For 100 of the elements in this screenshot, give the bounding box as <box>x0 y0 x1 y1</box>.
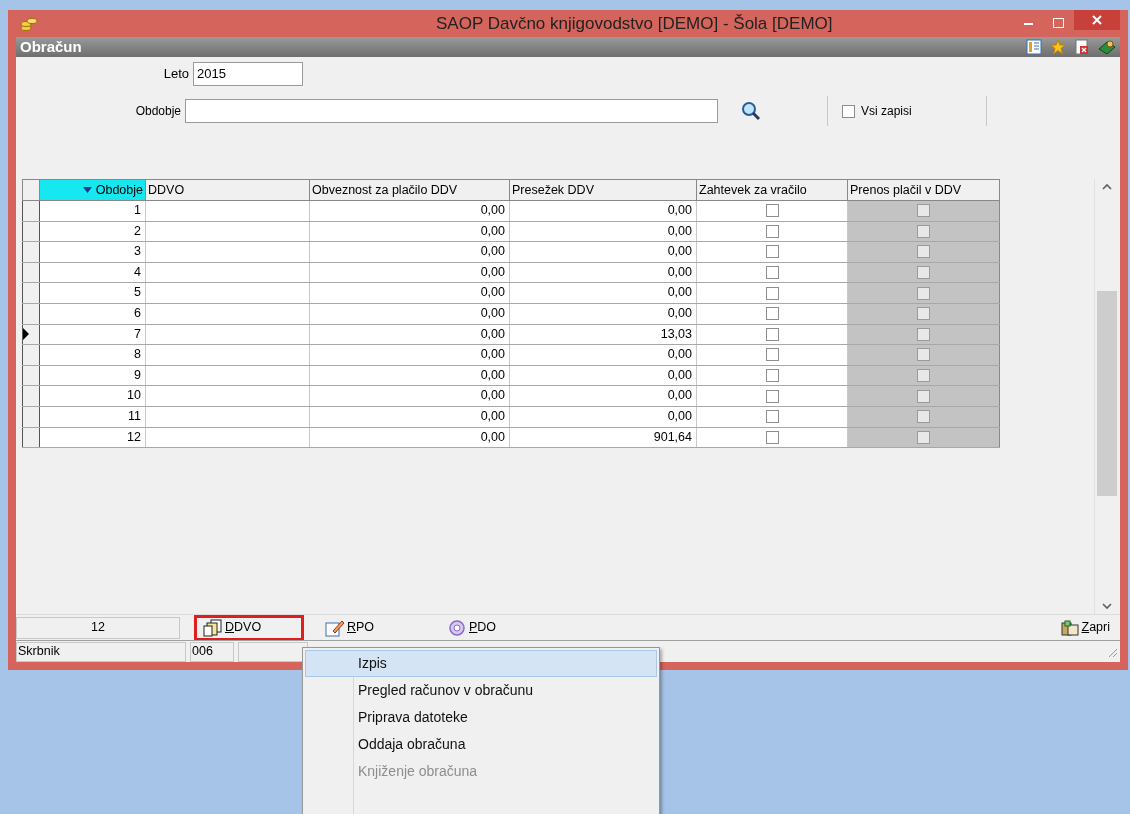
scroll-thumb[interactable] <box>1096 291 1117 496</box>
row-indicator[interactable] <box>22 386 40 406</box>
toolbar-button[interactable]: RPO <box>316 614 426 641</box>
window-title: SAOP Davčno knjigovodstvo [DEMO] - Šola [DEMO] <box>436 12 833 35</box>
checkbox[interactable] <box>765 307 779 321</box>
checkbox[interactable] <box>765 266 779 280</box>
delete-document-icon[interactable] <box>1074 39 1090 55</box>
row-indicator[interactable] <box>22 283 40 303</box>
checkbox[interactable] <box>917 369 930 383</box>
checkbox[interactable] <box>917 327 930 341</box>
checkbox[interactable] <box>917 430 930 444</box>
column-header[interactable]: Presežek DDV <box>510 180 697 200</box>
scroll-up-icon[interactable] <box>1101 183 1112 191</box>
table-cell: 0,00 <box>310 221 510 242</box>
checkbox[interactable] <box>765 389 779 403</box>
checkbox[interactable] <box>765 327 779 341</box>
search-icon[interactable] <box>740 100 762 122</box>
menu-item[interactable]: Priprava datoteke <box>305 704 657 731</box>
documents-icon <box>203 618 223 637</box>
checkbox[interactable] <box>917 266 930 280</box>
period-label: Obdobje <box>134 103 182 120</box>
column-label: Obveznost za plačilo DDV <box>312 181 458 199</box>
table-cell: 0,00 <box>310 242 510 262</box>
row-indicator[interactable] <box>22 427 40 448</box>
table-cell: 0,00 <box>510 201 697 221</box>
row-indicator[interactable] <box>22 262 40 283</box>
coins-icon <box>20 15 38 32</box>
all-records-label: Vsi zapisi <box>861 103 912 120</box>
column-header[interactable]: DDVO <box>146 180 310 200</box>
checkbox[interactable] <box>765 245 779 259</box>
table-cell: 0,00 <box>510 242 697 262</box>
toolbar-button[interactable]: DDVO <box>194 614 304 641</box>
checkbox[interactable] <box>917 224 930 238</box>
table-cell: 0,00 <box>310 386 510 406</box>
table-cell: 9 <box>40 365 146 386</box>
menu-item[interactable]: Pregled računov v obračunu <box>305 677 657 704</box>
checkbox[interactable] <box>917 204 930 218</box>
checkbox[interactable] <box>917 348 930 362</box>
checkbox[interactable] <box>917 389 930 403</box>
checkbox[interactable] <box>765 430 779 444</box>
table-cell: 8 <box>40 345 146 365</box>
row-indicator[interactable] <box>22 406 40 427</box>
table-cell: 0,00 <box>510 283 697 303</box>
scroll-down-icon[interactable] <box>1101 602 1112 610</box>
table-cell: 0,00 <box>310 201 510 221</box>
row-indicator[interactable] <box>22 303 40 324</box>
table-cell: 901,64 <box>510 427 697 448</box>
current-row-icon <box>23 328 29 341</box>
row-indicator[interactable] <box>22 345 40 365</box>
row-indicator[interactable] <box>22 221 40 242</box>
all-records-checkbox[interactable] <box>842 104 855 118</box>
row-indicator[interactable] <box>22 324 40 345</box>
period-field[interactable] <box>185 99 718 123</box>
checkbox[interactable] <box>765 369 779 383</box>
checkbox[interactable] <box>917 307 930 321</box>
checkbox[interactable] <box>765 410 779 424</box>
table-cell: 3 <box>40 242 146 262</box>
checkbox[interactable] <box>765 348 779 362</box>
column-header[interactable]: Prenos plačil v DDV <box>848 180 1000 200</box>
checkbox[interactable] <box>917 245 930 259</box>
table-cell: 7 <box>40 324 146 345</box>
list-icon[interactable] <box>1026 39 1042 55</box>
column-header[interactable]: Obdobje <box>40 180 146 200</box>
close-panel-button[interactable]: Zapri <box>1060 618 1110 637</box>
table-cell: 12 <box>40 427 146 448</box>
checkbox[interactable] <box>765 224 779 238</box>
vertical-scrollbar[interactable] <box>1094 179 1118 614</box>
checkbox[interactable] <box>917 410 930 424</box>
checkbox[interactable] <box>765 204 779 218</box>
table-cell: 0,00 <box>510 221 697 242</box>
menu-item[interactable]: Izpis <box>305 650 657 677</box>
column-header[interactable]: Obveznost za plačilo DDV <box>310 180 510 200</box>
row-indicator[interactable] <box>22 365 40 386</box>
table-cell: 11 <box>40 406 146 427</box>
toolbar-button[interactable]: PDO <box>438 614 548 641</box>
row-indicator[interactable] <box>22 201 40 221</box>
table-cell: 0,00 <box>310 303 510 324</box>
table-cell: 0,00 <box>510 406 697 427</box>
year-label: Leto <box>162 65 190 84</box>
status-field: 006 <box>190 641 234 662</box>
column-label: Prenos plačil v DDV <box>850 181 962 199</box>
table-cell: 6 <box>40 303 146 324</box>
close-button[interactable] <box>1074 10 1120 30</box>
checkbox[interactable] <box>765 286 779 300</box>
panel-title: Obračun <box>20 36 82 57</box>
table-cell: 0,00 <box>310 365 510 386</box>
record-count: 12 <box>16 616 180 639</box>
table-cell: 0,00 <box>510 345 697 365</box>
checkbox[interactable] <box>917 286 930 300</box>
table-cell: 0,00 <box>310 324 510 345</box>
table-cell: 0,00 <box>310 283 510 303</box>
menu-item[interactable]: Oddaja obračuna <box>305 731 657 758</box>
table-cell: 0,00 <box>310 406 510 427</box>
star-icon[interactable] <box>1050 39 1066 55</box>
column-label: Obdobje <box>95 181 143 199</box>
column-header[interactable]: Zahtevek za vračilo <box>697 180 848 200</box>
year-field[interactable]: 2015 <box>193 62 303 86</box>
table-cell: 10 <box>40 386 146 406</box>
table-cell: 0,00 <box>510 262 697 283</box>
row-indicator[interactable] <box>22 242 40 262</box>
